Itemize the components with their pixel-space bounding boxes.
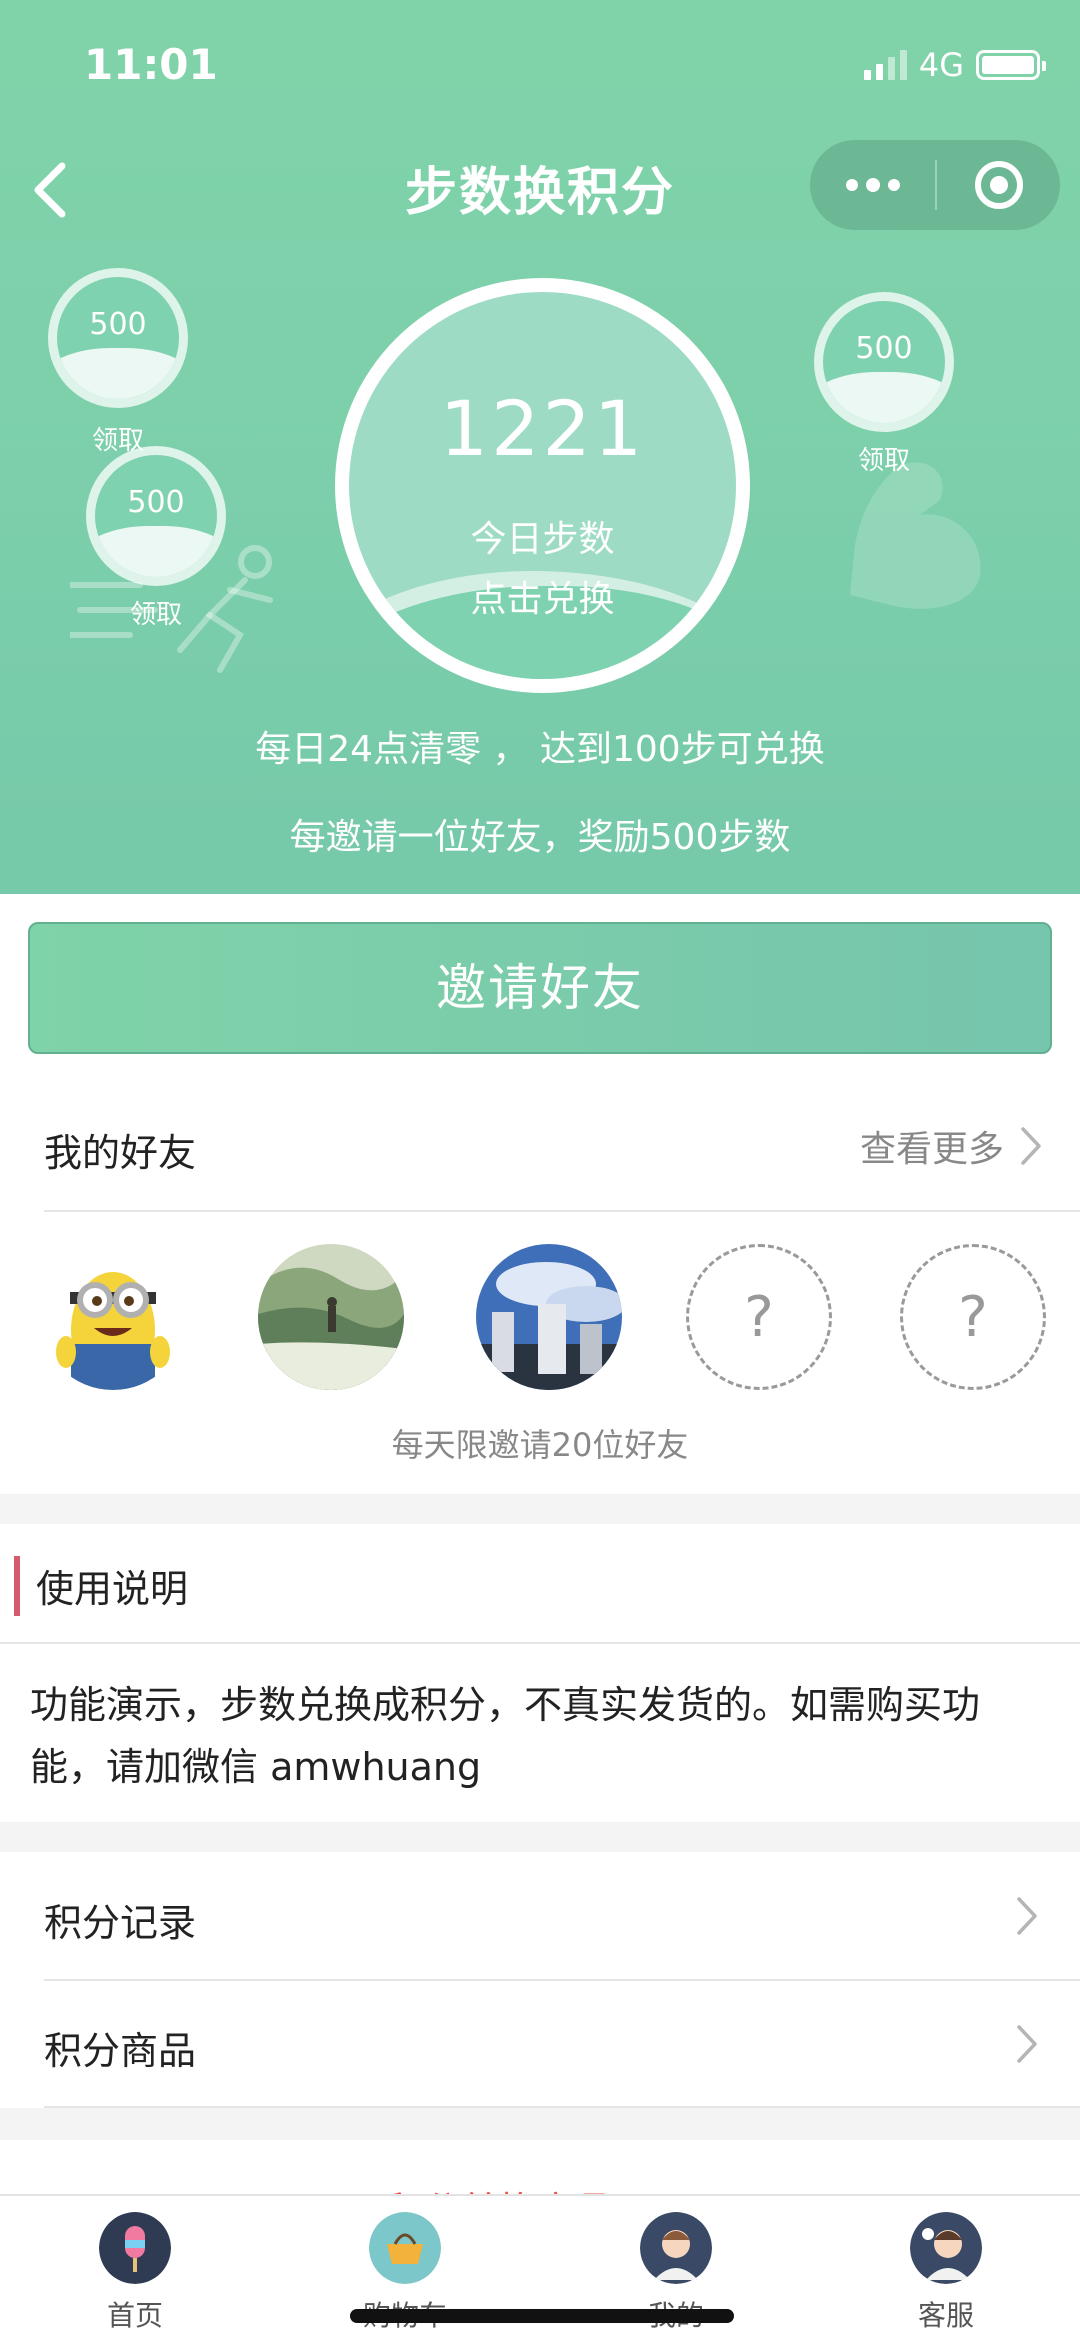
mini-program-capsule bbox=[810, 140, 1060, 230]
chevron-right-icon bbox=[1021, 1127, 1041, 1165]
landscape-avatar-icon bbox=[258, 1244, 404, 1390]
basket-icon bbox=[369, 2212, 441, 2284]
invite-limit-text: 每天限邀请20位好友 bbox=[391, 1426, 689, 1464]
more-button[interactable] bbox=[810, 140, 935, 230]
friend-avatar-city[interactable] bbox=[476, 1244, 622, 1390]
tab-service[interactable]: 客服 bbox=[866, 2212, 1026, 2334]
section-accent-bar bbox=[14, 1556, 20, 1616]
friends-title: 我的好友 bbox=[44, 1131, 197, 1175]
reward-bubble-3[interactable]: 500 bbox=[814, 292, 954, 432]
points-record-row[interactable]: 积分记录 bbox=[0, 1852, 1080, 1980]
empty-friend-slot-2[interactable]: ? bbox=[900, 1244, 1046, 1390]
status-indicators: 4G bbox=[863, 46, 1046, 84]
signal-icon bbox=[863, 50, 907, 80]
empty-friend-slot-1[interactable]: ? bbox=[686, 1244, 832, 1390]
invite-friends-button[interactable]: 邀请好友 bbox=[28, 922, 1052, 1054]
battery-icon bbox=[976, 50, 1046, 80]
network-type: 4G bbox=[918, 46, 964, 84]
bubble-label-2: 领取 bbox=[129, 600, 182, 630]
popsicle-icon bbox=[99, 2212, 171, 2284]
tab-home[interactable]: 首页 bbox=[55, 2212, 215, 2334]
reward-bubble-1[interactable]: 500 bbox=[48, 268, 188, 408]
home-indicator bbox=[350, 2309, 734, 2323]
service-avatar-icon bbox=[910, 2212, 982, 2284]
muscle-icon bbox=[850, 462, 981, 609]
friends-section: 我的好友 查看更多 ? ? 每天限邀请20位好友 bbox=[0, 1084, 1080, 1494]
usage-description: 功能演示，步数兑换成积分，不真实发货的。如需购买功能，请加微信 amwhuang bbox=[30, 1683, 981, 1789]
friend-avatar-landscape[interactable] bbox=[258, 1244, 404, 1390]
more-dots-icon bbox=[845, 179, 858, 191]
chevron-right-icon bbox=[1017, 2025, 1037, 2063]
status-time: 11:01 bbox=[84, 40, 218, 89]
step-exchange-circle[interactable]: 1221 今日步数 点击兑换 bbox=[335, 278, 750, 693]
friend-avatar-minion[interactable] bbox=[40, 1244, 186, 1390]
see-more-link[interactable]: 查看更多 bbox=[860, 1120, 1044, 1172]
header-banner: 11:01 4G 步数换积分 500 领取 500 领取 500 领取 1221… bbox=[0, 0, 1080, 894]
chevron-right-icon bbox=[1017, 1897, 1037, 1935]
exchange-action-label: 点击兑换 bbox=[470, 579, 615, 620]
rule-invite-reward-text: 每邀请一位好友，奖励500步数 bbox=[289, 817, 791, 858]
user-avatar-icon bbox=[640, 2212, 712, 2284]
exchange-goods-teaser: 积分兑换商品 bbox=[0, 2140, 1080, 2200]
minion-avatar-icon bbox=[40, 1244, 186, 1390]
step-label: 今日步数 bbox=[470, 519, 615, 560]
step-count: 1221 bbox=[439, 384, 646, 473]
points-links: 积分记录 积分商品 bbox=[0, 1852, 1080, 2108]
points-goods-row[interactable]: 积分商品 bbox=[0, 1980, 1080, 2108]
usage-title: 使用说明 bbox=[36, 1567, 189, 1611]
reward-bubble-2[interactable]: 500 bbox=[86, 446, 226, 586]
usage-section: 使用说明 功能演示，步数兑换成积分，不真实发货的。如需购买功能，请加微信 amw… bbox=[0, 1524, 1080, 1822]
city-avatar-icon bbox=[476, 1244, 622, 1390]
rule-reset-text: 每日24点清零 ， 达到100步可兑换 bbox=[255, 729, 825, 770]
bubble-label-3: 领取 bbox=[857, 446, 910, 476]
target-circle-icon bbox=[974, 161, 1023, 209]
friend-avatars: ? ? bbox=[0, 1244, 1080, 1394]
close-mini-program-button[interactable] bbox=[937, 140, 1060, 230]
